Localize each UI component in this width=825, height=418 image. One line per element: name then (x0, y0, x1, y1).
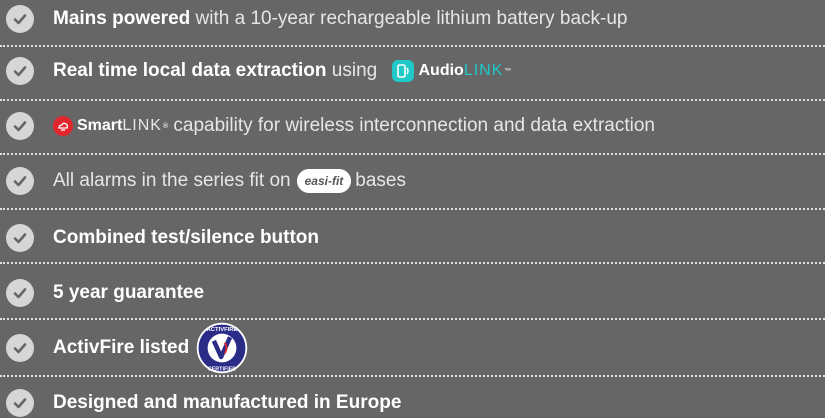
feature-text: Smart LINK ® capability for wireless inter… (53, 115, 655, 137)
check-icon (6, 167, 34, 195)
divider (0, 208, 825, 210)
divider (0, 262, 825, 264)
check-icon (6, 279, 34, 307)
check-icon (6, 224, 34, 252)
check-icon (6, 57, 34, 85)
feature-text: ActivFire listed ACTIVFIRE CERTIFIED (53, 321, 249, 375)
feature-item: 5 year guarantee (0, 278, 825, 308)
feature-text: 5 year guarantee (53, 282, 204, 304)
feature-text: Designed and manufactured in Europe (53, 392, 401, 414)
smartlink-logo: Smart LINK ® (53, 116, 168, 136)
feature-bold: Designed and manufactured in Europe (53, 392, 402, 413)
check-icon (6, 334, 34, 362)
feature-bold: Real time local data extraction (53, 60, 327, 81)
activfire-certified-seal: ACTIVFIRE CERTIFIED (197, 322, 248, 374)
feature-detail: bases (355, 170, 406, 191)
svg-text:CERTIFIED: CERTIFIED (208, 367, 236, 373)
feature-text: All alarms in the series fit on easi-fit… (53, 169, 406, 193)
feature-bold: ActivFire listed (53, 337, 190, 358)
feature-item: ActivFire listed ACTIVFIRE CERTIFIED (0, 322, 825, 374)
divider (0, 318, 825, 320)
feature-list: Mains powered with a 10-year rechargeabl… (0, 0, 825, 418)
svg-text:ACTIVFIRE: ACTIVFIRE (207, 327, 238, 333)
feature-text: Combined test/silence button (53, 227, 319, 249)
check-icon (6, 389, 34, 417)
feature-item: Designed and manufactured in Europe (0, 388, 825, 418)
phone-sound-icon (392, 60, 415, 82)
check-icon (6, 5, 34, 33)
feature-bold: 5 year guarantee (53, 282, 205, 303)
wifi-cloud-icon (53, 116, 73, 136)
feature-item: Mains powered with a 10-year rechargeabl… (0, 4, 825, 34)
feature-item: Real time local data extraction using Au… (0, 56, 825, 86)
feature-item: All alarms in the series fit on easi-fit… (0, 166, 825, 196)
divider (0, 99, 825, 101)
easifit-logo: easi-fit (296, 169, 352, 193)
divider (0, 375, 825, 377)
feature-item: Combined test/silence button (0, 223, 825, 253)
feature-text: Mains powered with a 10-year rechargeabl… (53, 8, 627, 30)
divider (0, 153, 825, 155)
feature-bold: Mains powered (53, 8, 191, 29)
audiolink-logo: Audio LINK ™ (392, 60, 511, 82)
feature-detail: with a 10-year rechargeable lithium batt… (190, 8, 628, 29)
divider (0, 45, 825, 47)
feature-bold: Combined test/silence button (53, 227, 320, 248)
feature-text: Real time local data extraction using Au… (53, 60, 511, 82)
feature-detail: All alarms in the series fit on (53, 170, 291, 191)
feature-detail: using (326, 60, 383, 81)
feature-item: Smart LINK ® capability for wireless inter… (0, 111, 825, 141)
feature-detail: capability for wireless interconnection … (168, 115, 655, 136)
check-icon (6, 112, 34, 140)
